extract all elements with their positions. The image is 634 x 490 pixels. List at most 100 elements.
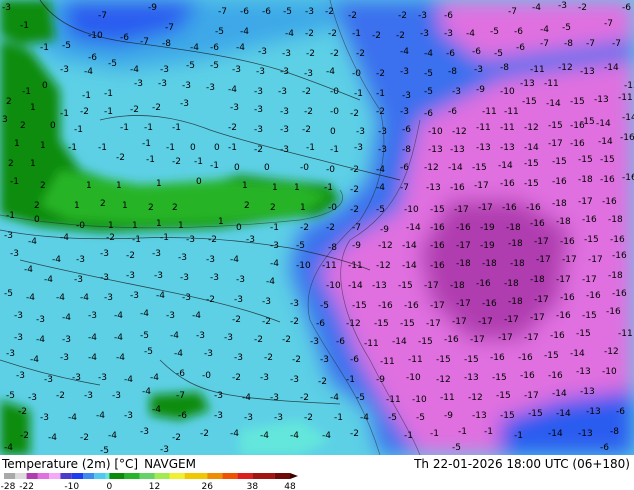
temperature-label: -10 <box>326 281 341 291</box>
color-scale-tick-label: 0 <box>107 482 113 490</box>
temperature-label: -4 <box>285 29 294 39</box>
temperature-label: -17 <box>524 391 539 401</box>
temperature-label: -1 <box>132 235 141 245</box>
temperature-label: -9 <box>380 225 389 235</box>
temperature-label: -12 <box>376 261 391 271</box>
temperature-label: -3 <box>210 273 219 283</box>
temperature-label: -4 <box>532 3 541 13</box>
temperature-label: -3 <box>14 333 23 343</box>
temperature-label: -12 <box>436 375 451 385</box>
temperature-label: 2 <box>172 203 178 213</box>
temperature-label: -16 <box>612 251 627 261</box>
temperature-label: -10 <box>406 373 421 383</box>
temperature-label: -15 <box>496 391 511 401</box>
temperature-label: -14 <box>402 241 417 251</box>
temperature-label: -4 <box>56 293 65 303</box>
temperature-label: -10 <box>296 261 311 271</box>
color-scale-segment <box>184 473 208 479</box>
temperature-label: -4 <box>150 373 159 383</box>
temperature-label: -3 <box>60 65 69 75</box>
temperature-label: -15 <box>430 205 445 215</box>
temperature-label: -2 <box>350 205 359 215</box>
temperature-label: -2 <box>325 7 334 17</box>
temperature-label: -5 <box>376 205 385 215</box>
color-scale-segment <box>207 473 223 479</box>
temperature-label: -15 <box>472 163 487 173</box>
temperature-label: 1 <box>294 183 300 193</box>
temperature-label: -3 <box>234 353 243 363</box>
temperature-label: -4 <box>116 353 125 363</box>
temperature-label: 0 <box>34 215 40 225</box>
temperature-label: -5 <box>144 347 153 357</box>
temperature-label: -12 <box>604 347 619 357</box>
temperature-label: -4 <box>88 353 97 363</box>
temperature-label: -2 <box>328 29 337 39</box>
temperature-label: -16 <box>430 241 445 251</box>
temperature-label: -18 <box>450 281 465 291</box>
temperature-label: -13 <box>476 143 491 153</box>
temperature-label: -6 <box>446 49 455 59</box>
temperature-label: -2 <box>396 31 405 41</box>
temperature-label: -16 <box>430 261 445 271</box>
temperature-label: -13 <box>426 183 441 193</box>
temperature-label: -5 <box>356 393 365 403</box>
temperature-label: -8 <box>162 39 171 49</box>
temperature-label: -15 <box>524 159 539 169</box>
temperature-label: -2 <box>200 429 209 439</box>
temperature-label: -3 <box>16 371 25 381</box>
temperature-label: -4 <box>140 309 149 319</box>
temperature-label: -8 <box>448 67 457 77</box>
temperature-label: -1 <box>104 107 113 117</box>
temperature-label: -18 <box>456 259 471 269</box>
temperature-label: -4 <box>400 47 409 57</box>
temperature-label: -18 <box>608 215 623 225</box>
temperature-label: 2 <box>148 203 154 213</box>
temperature-label: -4 <box>322 431 331 441</box>
temperature-label: -1 <box>324 183 333 193</box>
temperature-label: -15 <box>582 311 597 321</box>
temperature-label: -4 <box>192 311 201 321</box>
temperature-label: 0 <box>50 121 56 131</box>
temperature-label: -3 <box>160 445 169 455</box>
temperature-label: -3 <box>154 271 163 281</box>
temperature-label: -17 <box>470 335 485 345</box>
temperature-label: -17 <box>536 255 551 265</box>
temperature-label: -6 <box>444 11 453 21</box>
temperature-label: -3 <box>256 67 265 77</box>
temperature-label: -3 <box>234 295 243 305</box>
temperature-label: -14 <box>548 429 563 439</box>
temperature-label: -14 <box>552 389 567 399</box>
map-title: Temperature (2m) [°C] NAVGEM <box>2 457 196 471</box>
temperature-label: -17 <box>578 197 593 207</box>
temperature-label: -7 <box>352 223 361 233</box>
temperature-label: -3 <box>104 293 113 303</box>
temperature-label: -5 <box>416 413 425 423</box>
temperature-label: -11 <box>322 261 337 271</box>
temperature-label: -9 <box>352 241 361 251</box>
temperature-label: -3 <box>444 29 453 39</box>
temperature-label: -7 <box>140 37 149 47</box>
temperature-label: -4 <box>326 67 335 77</box>
temperature-label: -4 <box>62 313 71 323</box>
temperature-label: 1 <box>300 203 306 213</box>
temperature-label: -6 <box>472 47 481 57</box>
temperature-label: -6 <box>88 53 97 63</box>
temperature-label: -2 <box>254 335 263 345</box>
temperature-label: -18 <box>508 239 523 249</box>
temperature-label: -3 <box>28 393 37 403</box>
temperature-label: -3 <box>402 91 411 101</box>
temperature-label: -4 <box>130 65 139 75</box>
temperature-label: -16 <box>582 215 597 225</box>
temperature-label: -7 <box>400 183 409 193</box>
temperature-label: -3 <box>84 391 93 401</box>
temperature-label: -3 <box>558 1 567 11</box>
temperature-label: -8 <box>328 243 337 253</box>
temperature-map[interactable]: -3 -1 -7 -9 -7 -6 -6 -5 -3 -2 -2 -2 -3 -6 -7 -4 -3 -2 -7 -6… <box>0 0 634 455</box>
temperature-label: -15 <box>600 155 615 165</box>
temperature-label: -6 <box>176 369 185 379</box>
temperature-label: -16 <box>622 173 634 183</box>
temperature-label: -4 <box>376 165 385 175</box>
temperature-label: -4 <box>170 331 179 341</box>
temperature-label: 0 <box>42 81 48 91</box>
temperature-label: -16 <box>602 197 617 207</box>
